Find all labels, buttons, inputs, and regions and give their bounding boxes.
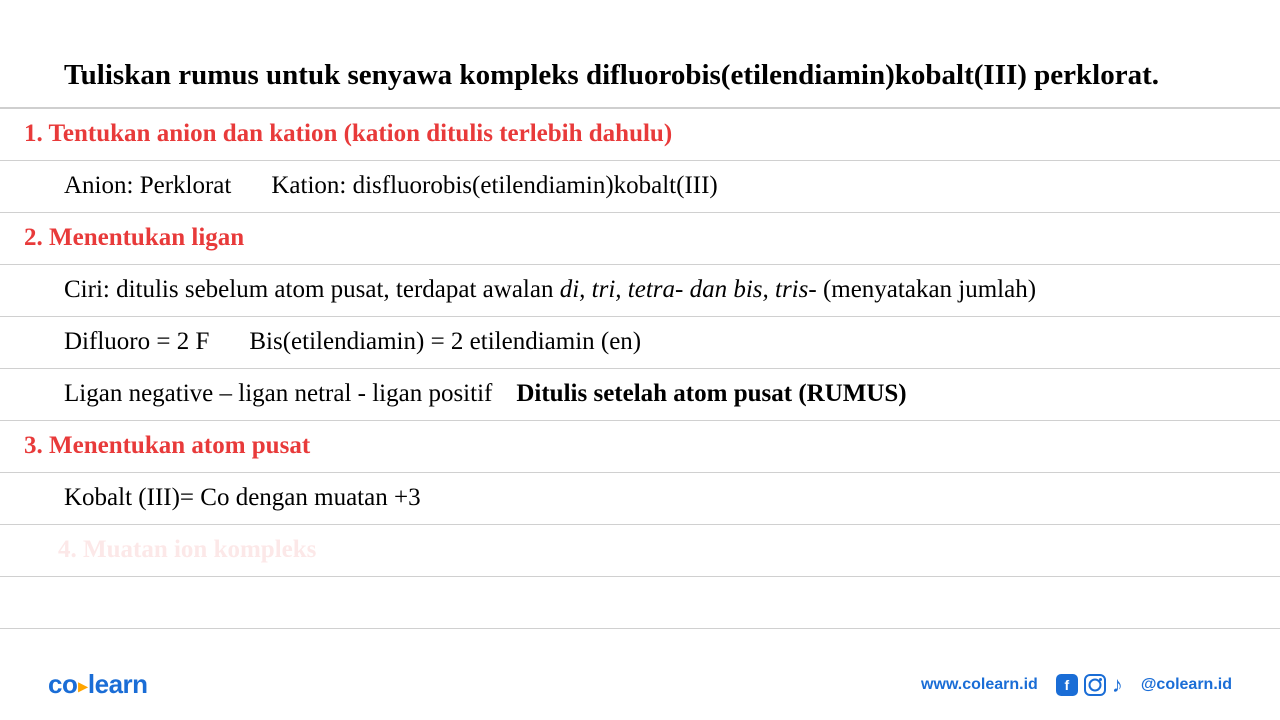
content-area: Tuliskan rumus untuk senyawa kompleks di… <box>0 0 1280 629</box>
page-title: Tuliskan rumus untuk senyawa kompleks di… <box>0 0 1280 107</box>
step3-body: Kobalt (III)= Co dengan muatan +3 <box>24 484 421 512</box>
step3-heading: 3. Menentukan atom pusat <box>24 432 310 460</box>
ciri-prefix: Ciri: ditulis sebelum atom pusat, terdap… <box>64 276 560 303</box>
step1-heading: 1. Tentukan anion dan kation (kation dit… <box>24 120 672 148</box>
facebook-icon[interactable]: f <box>1056 674 1078 696</box>
ciri-italic: di, tri, tetra- dan bis, tris- <box>560 276 817 303</box>
difluoro-text: Difluoro = 2 F <box>64 328 209 356</box>
step2-ciri-row: Ciri: ditulis sebelum atom pusat, terdap… <box>0 265 1280 317</box>
step2-heading-row: 2. Menentukan ligan <box>0 213 1280 265</box>
social-icons: f ♪ <box>1056 672 1123 698</box>
ligan-order-text: Ligan negative – ligan netral - ligan po… <box>64 380 492 408</box>
title-row: Tuliskan rumus untuk senyawa kompleks di… <box>0 0 1280 109</box>
logo-co: co <box>48 669 77 699</box>
step2-ligan-order: Ligan negative – ligan netral - ligan po… <box>24 380 907 408</box>
footer-right: www.colearn.id f ♪ @colearn.id <box>921 672 1232 698</box>
footer: co▸learn www.colearn.id f ♪ @colearn.id <box>0 669 1280 700</box>
step4-faded: 4. Muatan ion kompleks <box>58 536 316 564</box>
step1-body: Anion: Perklorat Kation: disfluorobis(et… <box>24 172 718 200</box>
brand-logo: co▸learn <box>48 669 148 700</box>
step1-body-row: Anion: Perklorat Kation: disfluorobis(et… <box>0 161 1280 213</box>
step4-faded-row: 4. Muatan ion kompleks <box>0 525 1280 577</box>
logo-learn: learn <box>88 669 148 699</box>
instagram-icon[interactable] <box>1084 674 1106 696</box>
step2-ligan-values-row: Difluoro = 2 F Bis(etilendiamin) = 2 eti… <box>0 317 1280 369</box>
step2-ligan-values: Difluoro = 2 F Bis(etilendiamin) = 2 eti… <box>24 328 641 356</box>
website-link[interactable]: www.colearn.id <box>921 676 1038 694</box>
step3-heading-row: 3. Menentukan atom pusat <box>0 421 1280 473</box>
step2-ligan-order-row: Ligan negative – ligan netral - ligan po… <box>0 369 1280 421</box>
ciri-suffix: (menyatakan jumlah) <box>817 276 1036 303</box>
step1-heading-row: 1. Tentukan anion dan kation (kation dit… <box>0 109 1280 161</box>
tiktok-icon[interactable]: ♪ <box>1112 672 1123 698</box>
step3-body-row: Kobalt (III)= Co dengan muatan +3 <box>0 473 1280 525</box>
anion-text: Anion: Perklorat <box>64 172 231 200</box>
social-handle[interactable]: @colearn.id <box>1141 676 1232 694</box>
empty-row <box>0 577 1280 629</box>
step2-ciri: Ciri: ditulis sebelum atom pusat, terdap… <box>24 276 1036 304</box>
bis-text: Bis(etilendiamin) = 2 etilendiamin (en) <box>249 328 641 356</box>
kation-text: Kation: disfluorobis(etilendiamin)kobalt… <box>271 172 717 200</box>
step2-heading: 2. Menentukan ligan <box>24 224 244 252</box>
logo-dot-icon: ▸ <box>77 676 88 696</box>
ligan-note-text: Ditulis setelah atom pusat (RUMUS) <box>516 380 906 408</box>
